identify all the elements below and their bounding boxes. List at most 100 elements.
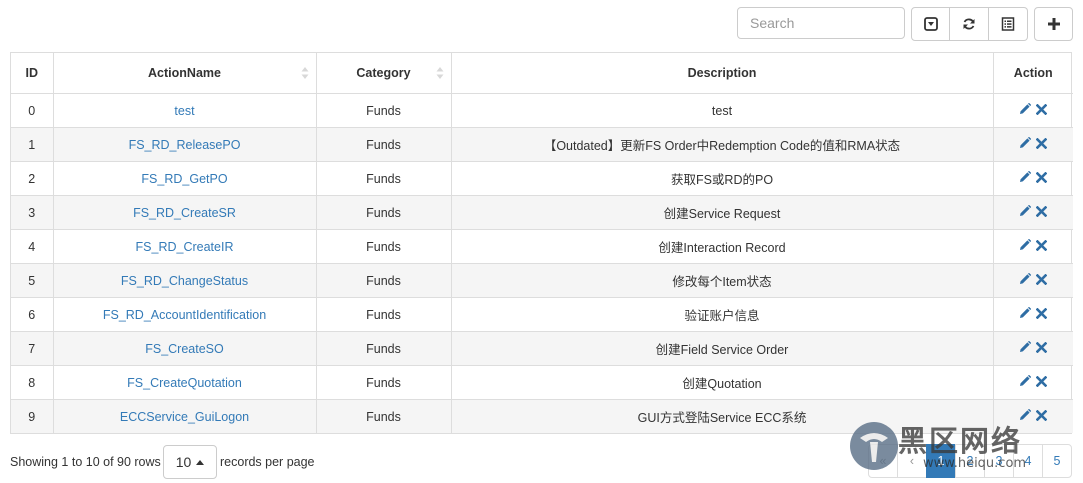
table-row: 3 FS_RD_CreateSR Funds 创建Service Request <box>11 195 1073 230</box>
cell-id: 8 <box>11 365 54 400</box>
cell-actionname[interactable]: FS_CreateQuotation <box>52 365 317 400</box>
column-header-category[interactable]: Category <box>315 53 452 94</box>
toolbar <box>737 7 1073 41</box>
cell-actionname[interactable]: FS_RD_CreateIR <box>52 229 317 264</box>
delete-icon[interactable] <box>1036 205 1048 217</box>
actionname-link[interactable]: FS_RD_CreateIR <box>136 240 234 254</box>
cell-category: Funds <box>315 229 452 264</box>
cell-action <box>992 365 1073 400</box>
edit-icon[interactable] <box>1019 205 1032 217</box>
cell-description: GUI方式登陆Service ECC系统 <box>450 399 994 433</box>
cell-actionname[interactable]: FS_RD_CreateSR <box>52 195 317 230</box>
add-button[interactable] <box>1034 7 1073 41</box>
edit-icon[interactable] <box>1019 137 1032 149</box>
column-header-category-label: Category <box>356 66 411 80</box>
cell-actionname[interactable]: FS_RD_ReleasePO <box>52 127 317 162</box>
column-header-id: ID <box>11 53 54 94</box>
page-button-3[interactable]: 3 <box>984 444 1014 478</box>
table-row: 4 FS_RD_CreateIR Funds 创建Interaction Record <box>11 229 1073 264</box>
cell-id: 4 <box>11 229 54 264</box>
delete-icon[interactable] <box>1036 137 1048 149</box>
cell-actionname[interactable]: FS_CreateSO <box>52 331 317 366</box>
edit-icon[interactable] <box>1019 307 1032 319</box>
edit-icon[interactable] <box>1019 273 1032 285</box>
edit-icon[interactable] <box>1019 341 1032 353</box>
page-size-dropdown[interactable]: 10 <box>163 445 217 479</box>
column-header-actionname-label: ActionName <box>148 66 221 80</box>
delete-icon[interactable] <box>1036 375 1048 387</box>
cell-action <box>992 331 1073 366</box>
cell-actionname[interactable]: FS_RD_AccountIdentification <box>52 297 317 332</box>
table-row: 9 ECCService_GuiLogon Funds GUI方式登陆Service … <box>11 399 1073 433</box>
search-input[interactable] <box>737 7 905 39</box>
plus-icon <box>1047 18 1060 30</box>
cell-id: 7 <box>11 331 54 366</box>
cell-action <box>992 195 1073 230</box>
table-header-row: ID ActionName Category Description Actio… <box>11 53 1073 94</box>
table-row: 1 FS_RD_ReleasePO Funds 【Outdated】更新FS Orde… <box>11 127 1073 162</box>
actionname-link[interactable]: ECCService_GuiLogon <box>120 410 249 424</box>
edit-icon[interactable] <box>1019 375 1032 387</box>
cell-action <box>992 229 1073 264</box>
edit-icon[interactable] <box>1019 239 1032 251</box>
refresh-icon <box>963 18 975 30</box>
edit-icon[interactable] <box>1019 103 1032 115</box>
table-row: 6 FS_RD_AccountIdentification Funds 验证账户信息 <box>11 297 1073 332</box>
table-row: 0 test Funds test <box>11 93 1073 128</box>
actionname-link[interactable]: FS_RD_CreateSR <box>133 206 236 220</box>
actionname-link[interactable]: FS_RD_AccountIdentification <box>103 308 266 322</box>
cell-description: 获取FS或RD的PO <box>450 161 994 196</box>
toggle-view-button[interactable] <box>911 7 950 41</box>
cell-category: Funds <box>315 127 452 162</box>
per-page-label: records per page <box>220 455 315 469</box>
cell-category: Funds <box>315 331 452 366</box>
pagination: « ‹ 1 2 3 4 5 <box>868 444 1072 478</box>
table-row: 7 FS_CreateSO Funds 创建Field Service Order <box>11 331 1073 366</box>
actionname-link[interactable]: FS_RD_ReleasePO <box>129 138 241 152</box>
actionname-link[interactable]: FS_CreateQuotation <box>127 376 242 390</box>
page-button-2[interactable]: 2 <box>955 444 985 478</box>
delete-icon[interactable] <box>1036 307 1048 319</box>
cell-description: 验证账户信息 <box>450 297 994 332</box>
delete-icon[interactable] <box>1036 171 1048 183</box>
page-button-4[interactable]: 4 <box>1013 444 1043 478</box>
columns-button[interactable] <box>989 7 1028 41</box>
refresh-button[interactable] <box>950 7 989 41</box>
cell-description: 修改每个Item状态 <box>450 263 994 298</box>
actionname-link[interactable]: FS_CreateSO <box>145 342 224 356</box>
cell-category: Funds <box>315 263 452 298</box>
delete-icon[interactable] <box>1036 341 1048 353</box>
cell-category: Funds <box>315 297 452 332</box>
edit-icon[interactable] <box>1019 171 1032 183</box>
cell-category: Funds <box>315 195 452 230</box>
cell-actionname[interactable]: FS_RD_GetPO <box>52 161 317 196</box>
actionname-link[interactable]: FS_RD_GetPO <box>141 172 227 186</box>
cell-actionname[interactable]: test <box>52 93 317 128</box>
page-button-1[interactable]: 1 <box>926 444 956 478</box>
cell-actionname[interactable]: ECCService_GuiLogon <box>52 399 317 433</box>
cell-id: 9 <box>11 399 54 433</box>
prev-page-button[interactable]: ‹ <box>897 444 927 478</box>
cell-action <box>992 127 1073 162</box>
pagination-info: Showing 1 to 10 of 90 rows <box>10 455 161 469</box>
columns-icon <box>1001 17 1015 31</box>
column-header-actionname[interactable]: ActionName <box>52 53 317 94</box>
column-header-description: Description <box>450 53 994 94</box>
cell-category: Funds <box>315 399 452 433</box>
first-page-button[interactable]: « <box>868 444 898 478</box>
cell-description: 创建Field Service Order <box>450 331 994 366</box>
delete-icon[interactable] <box>1036 273 1048 285</box>
delete-icon[interactable] <box>1036 239 1048 251</box>
cell-id: 0 <box>11 93 54 128</box>
actions-table: ID ActionName Category Description Actio… <box>10 52 1073 434</box>
delete-icon[interactable] <box>1036 103 1048 115</box>
page-button-5[interactable]: 5 <box>1042 444 1072 478</box>
actionname-link[interactable]: test <box>174 104 194 118</box>
edit-icon[interactable] <box>1019 409 1032 421</box>
cell-category: Funds <box>315 93 452 128</box>
delete-icon[interactable] <box>1036 409 1048 421</box>
actionname-link[interactable]: FS_RD_ChangeStatus <box>121 274 248 288</box>
table-footer: Showing 1 to 10 of 90 rows 10 records pe… <box>10 444 1072 480</box>
cell-actionname[interactable]: FS_RD_ChangeStatus <box>52 263 317 298</box>
table-row: 8 FS_CreateQuotation Funds 创建Quotation <box>11 365 1073 400</box>
